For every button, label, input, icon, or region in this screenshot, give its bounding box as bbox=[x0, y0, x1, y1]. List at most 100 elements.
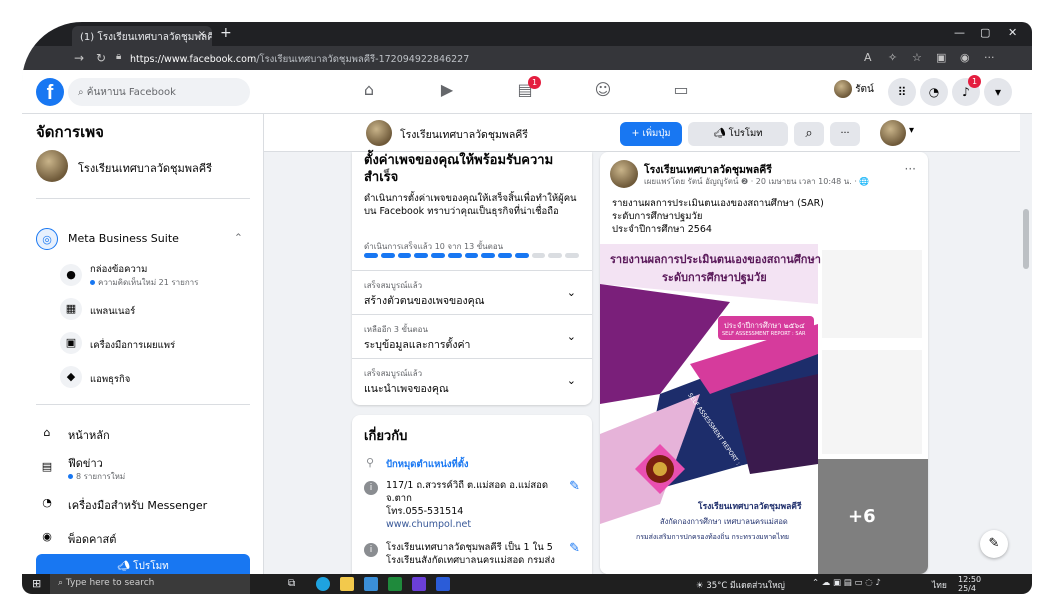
menu-grid-button[interactable]: ⠿ bbox=[888, 78, 916, 106]
page-avatar[interactable] bbox=[36, 150, 68, 182]
search-page-button[interactable]: ⌕ bbox=[794, 122, 824, 146]
watch-nav-icon[interactable]: ▶ bbox=[434, 80, 460, 102]
news-feed-sub: 8 รายการใหม่ bbox=[68, 470, 125, 483]
cover-headline-1: รายงานผลการประเมินตนเองของสถานศึกษา bbox=[610, 253, 821, 266]
clock[interactable]: 12:50 25/4 bbox=[958, 575, 981, 593]
read-aloud-icon[interactable]: A bbox=[864, 51, 872, 64]
notifications-button[interactable]: ♪ 1 bbox=[952, 75, 981, 106]
extension-icon[interactable]: ✧ bbox=[888, 51, 897, 64]
close-tab-icon[interactable]: × bbox=[198, 29, 206, 40]
about-title: เกี่ยวกับ bbox=[364, 429, 408, 444]
facebook-search-input[interactable]: ⌕ ค้นหาบน Facebook bbox=[68, 78, 250, 106]
step-title: สร้างตัวตนของเพจของคุณ bbox=[364, 295, 485, 307]
about-description: โรงเรียนเทศบาลวัดชุมพลคีรี เป็น 1 ใน 5 โ… bbox=[386, 542, 555, 566]
file-explorer-icon[interactable] bbox=[340, 577, 354, 591]
promote-button[interactable]: 📣︎ โปรโมท bbox=[688, 122, 788, 146]
sidebar-item-inbox[interactable]: กล่องข้อความ bbox=[90, 262, 147, 277]
system-tray-icons[interactable]: ⌃ ☁ ▣ ▤ ▭ ◌ ♪ bbox=[812, 578, 881, 588]
progress-segment bbox=[514, 253, 529, 258]
progress-segment bbox=[498, 253, 512, 258]
account-button[interactable]: ▾ bbox=[984, 78, 1012, 106]
browser-tab[interactable]: (1) โรงเรียนเทศบาลวัดชุมพลคีรี | Fac × bbox=[72, 26, 212, 46]
more-options-button[interactable]: ··· bbox=[830, 122, 860, 146]
sidebar-item-messenger-tools[interactable]: เครื่องมือสำหรับ Messenger bbox=[68, 496, 207, 514]
divider bbox=[36, 404, 250, 405]
profile-chip[interactable]: รัตน์ bbox=[834, 80, 874, 98]
manage-page-sidebar: จัดการเพจ โรงเรียนเทศบาลวัดชุมพลคีรี ◎ M… bbox=[22, 114, 264, 580]
onenote-app-icon[interactable] bbox=[412, 577, 426, 591]
messenger-button[interactable]: ◔ bbox=[920, 78, 948, 106]
pin-location-link[interactable]: ปักหมุดตำแหน่งที่ตั้ง bbox=[386, 457, 469, 472]
edit-pencil-icon[interactable]: ✎ bbox=[569, 541, 580, 556]
reload-icon[interactable]: ↻ bbox=[96, 51, 106, 65]
excel-app-icon[interactable] bbox=[388, 577, 402, 591]
progress-segment bbox=[431, 253, 445, 258]
taskbar-search-input[interactable]: ⌕ Type here to search bbox=[50, 574, 250, 594]
progress-segment bbox=[414, 253, 429, 258]
profile-icon[interactable]: ◉ bbox=[960, 51, 970, 64]
gaming-nav-icon[interactable]: ▭ bbox=[668, 80, 694, 102]
sidebar-item-home[interactable]: หน้าหลัก bbox=[68, 426, 110, 444]
minimize-button[interactable]: — bbox=[954, 26, 965, 39]
megaphone-icon: 📣︎ bbox=[117, 561, 134, 572]
page-header-avatar[interactable] bbox=[366, 120, 392, 146]
progress-segment bbox=[548, 253, 563, 258]
groups-nav-icon[interactable]: ☺ bbox=[590, 80, 616, 102]
page-scrollbar[interactable] bbox=[1020, 114, 1032, 574]
progress-segment bbox=[531, 253, 546, 258]
chevron-up-icon[interactable]: ⌃ bbox=[234, 232, 243, 244]
post-avatar[interactable] bbox=[610, 160, 638, 188]
input-language[interactable]: ไทย bbox=[932, 578, 947, 592]
facebook-logo[interactable]: f bbox=[36, 78, 64, 106]
windows-start-icon[interactable]: ⊞ bbox=[32, 577, 41, 590]
word-app-icon[interactable] bbox=[436, 577, 450, 591]
sidebar-item-planner[interactable]: แพลนเนอร์ bbox=[90, 304, 135, 319]
url-path: /โรงเรียนเทศบาลวัดชุมพลคีรี-172094922846… bbox=[256, 54, 470, 65]
page-header: โรงเรียนเทศบาลวัดชุมพลคีรี + เพิ่มปุ่ม 📣… bbox=[264, 114, 1032, 152]
edge-app-icon[interactable] bbox=[316, 577, 330, 591]
setup-step[interactable]: เสร็จสมบูรณ์แล้ว สร้างตัวตนของเพจของคุณ … bbox=[352, 270, 592, 314]
home-nav-icon[interactable]: ⌂ bbox=[356, 80, 382, 102]
cover-school: โรงเรียนเทศบาลวัดชุมพลคีรี bbox=[698, 502, 802, 512]
step-title: ระบุข้อมูลและการตั้งค่า bbox=[364, 339, 471, 351]
lock-icon[interactable]: 🔒︎ bbox=[116, 51, 121, 62]
setup-step[interactable]: เสร็จสมบูรณ์แล้ว แนะนำเพจของคุณ ⌄ bbox=[352, 358, 592, 402]
setup-progress-label: ดำเนินการเสร็จแล้ว 10 จาก 13 ขั้นตอน bbox=[364, 242, 504, 251]
step-status: เหลืออีก 3 ขั้นตอน bbox=[364, 325, 428, 334]
setup-step[interactable]: เหลืออีก 3 ขั้นตอน ระบุข้อมูลและการตั้งค… bbox=[352, 314, 592, 358]
sidebar-item-business-apps[interactable]: แอพธุรกิจ bbox=[90, 372, 130, 387]
browser-tab-bar: (1) โรงเรียนเทศบาลวัดชุมพลคีรี | Fac × +… bbox=[22, 22, 1032, 46]
maximize-button[interactable]: ▢ bbox=[980, 26, 990, 39]
website-link[interactable]: www.chumpol.net bbox=[386, 519, 471, 530]
favorites-icon[interactable]: ☆ bbox=[912, 51, 922, 64]
chevron-down-icon[interactable]: ▾ bbox=[909, 125, 914, 136]
browser-menu-icon[interactable]: ··· bbox=[984, 51, 995, 64]
sidebar-item-meta-business-suite[interactable]: Meta Business Suite bbox=[68, 232, 179, 245]
new-tab-button[interactable]: + bbox=[220, 25, 232, 41]
url-field[interactable]: https://www.facebook.com/โรงเรียนเทศบาลว… bbox=[130, 52, 469, 67]
location-pin-icon: ⚲ bbox=[366, 456, 375, 469]
sidebar-item-podcast[interactable]: พ็อดคาสต์ bbox=[68, 530, 116, 548]
edit-pencil-icon[interactable]: ✎ bbox=[569, 479, 580, 494]
switch-profile-avatar[interactable] bbox=[880, 120, 906, 146]
mail-app-icon[interactable] bbox=[364, 577, 378, 591]
collections-icon[interactable]: ▣ bbox=[936, 51, 946, 64]
new-message-button[interactable]: ✎ bbox=[980, 530, 1008, 558]
page-header-name[interactable]: โรงเรียนเทศบาลวัดชุมพลคีรี bbox=[400, 126, 528, 143]
more-photos-count[interactable]: +6 bbox=[848, 506, 876, 527]
search-icon: ⌕ bbox=[58, 578, 66, 588]
chevron-down-icon: ⌄ bbox=[566, 374, 576, 387]
sidebar-page-name[interactable]: โรงเรียนเทศบาลวัดชุมพลคีรี bbox=[78, 159, 212, 177]
post-image[interactable]: รายงานผลการประเมินตนเองของสถานศึกษา ระดั… bbox=[600, 244, 928, 574]
task-view-icon[interactable]: ⧉ bbox=[288, 578, 295, 589]
add-button[interactable]: + เพิ่มปุ่ม bbox=[620, 122, 682, 146]
weather-widget[interactable]: ☀︎ 35°C มีแดดส่วนใหญ่ bbox=[696, 578, 785, 592]
scrollbar-thumb[interactable] bbox=[1023, 209, 1029, 269]
sidebar-item-publishing-tools[interactable]: เครื่องมือการเผยแพร่ bbox=[90, 338, 175, 353]
marketplace-nav-icon[interactable]: ▤ 1 bbox=[512, 76, 541, 102]
forward-icon[interactable]: → bbox=[74, 51, 84, 65]
close-window-button[interactable]: ✕ bbox=[1008, 26, 1017, 39]
post-more-button[interactable]: ··· bbox=[905, 162, 916, 176]
progress-segment bbox=[565, 253, 579, 258]
meta-business-suite-icon: ◎ bbox=[36, 228, 58, 250]
